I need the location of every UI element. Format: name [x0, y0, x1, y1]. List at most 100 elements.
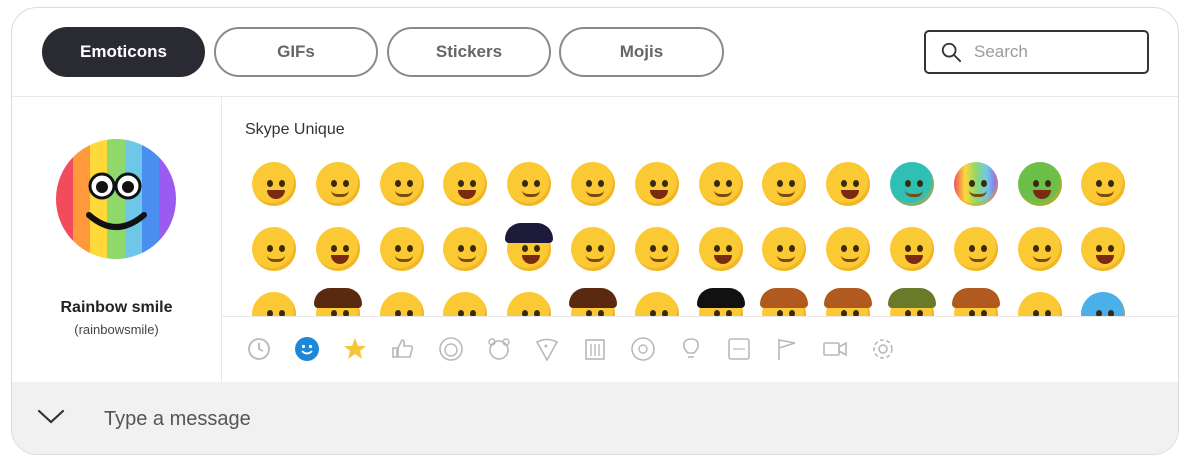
emoticon-item[interactable] [441, 225, 489, 273]
category-building[interactable] [580, 334, 610, 364]
rainbow-smile-face [86, 172, 147, 230]
emoticon-eye [917, 245, 923, 252]
tab-stickers[interactable]: Stickers [387, 27, 551, 77]
category-person-face[interactable] [436, 334, 466, 364]
category-recent-clock[interactable] [244, 334, 274, 364]
emoticon-item[interactable] [1016, 225, 1064, 273]
emoticon-eye [649, 245, 656, 252]
emoticon-eye [267, 180, 273, 187]
emoticon-item[interactable] [313, 288, 362, 316]
search-box[interactable] [924, 30, 1149, 74]
emoticon-item[interactable] [441, 160, 489, 208]
emoticon-item[interactable] [1016, 160, 1064, 208]
emoticon-item[interactable] [888, 225, 936, 273]
emoticon-eye [789, 180, 796, 187]
emoticon-mouth [394, 190, 413, 197]
emoticon-eye [853, 245, 860, 252]
emoticon-eye [598, 180, 604, 187]
category-smiley[interactable] [292, 334, 322, 364]
tab-mojis[interactable]: Mojis [559, 27, 724, 77]
emoticon-mouth [522, 255, 541, 264]
emoticon-item[interactable] [378, 290, 426, 316]
emoticon-item[interactable] [314, 160, 362, 208]
emoticon-item[interactable] [633, 290, 681, 316]
emoticon-item[interactable] [697, 225, 745, 273]
category-star-burst[interactable] [340, 334, 370, 364]
emoticon-item[interactable] [697, 160, 745, 208]
emoticon-item[interactable] [888, 288, 936, 316]
emoticon-item[interactable] [824, 160, 872, 208]
tab-emoticons[interactable]: Emoticons [42, 27, 205, 77]
emoticon-item[interactable] [569, 225, 617, 273]
category-food-pizza[interactable] [532, 334, 562, 364]
category-animal[interactable] [484, 334, 514, 364]
category-flag[interactable] [772, 334, 802, 364]
emoticon-eye [1044, 245, 1051, 252]
emoticon-item[interactable] [505, 160, 553, 208]
emoticon-item[interactable] [441, 290, 489, 316]
category-settings-gear[interactable] [868, 334, 898, 364]
category-bar-divider [222, 316, 1178, 317]
emoticon-face [890, 162, 934, 206]
emoticon-eye [586, 180, 592, 187]
person-face-icon [439, 337, 463, 361]
chevron-down-icon[interactable] [36, 404, 66, 428]
emoticon-mouth [458, 255, 477, 262]
message-input[interactable]: Type a message [104, 408, 251, 431]
category-sport-ball[interactable] [628, 334, 658, 364]
emoticon-item[interactable] [314, 225, 362, 273]
emoticon-item[interactable] [1079, 290, 1127, 316]
emoticon-item[interactable] [505, 223, 554, 273]
emoticon-hair [760, 288, 809, 308]
emoticon-item[interactable] [952, 225, 1000, 273]
star-burst-icon [344, 338, 366, 359]
emoticon-mouth [1096, 255, 1115, 264]
emoticon-item[interactable] [1016, 290, 1064, 316]
emoticon-face [1017, 292, 1062, 316]
emoticon-item[interactable] [696, 288, 745, 316]
emoticon-item[interactable] [760, 225, 808, 273]
emoticon-hair [951, 288, 1000, 308]
emoticon-item[interactable] [952, 160, 1000, 208]
preview-emoji-rainbow-smile [56, 139, 176, 259]
emoticon-item[interactable] [633, 160, 681, 208]
emoticon-item[interactable] [505, 290, 553, 316]
emoticon-eye [279, 245, 285, 252]
emoticon-item[interactable] [760, 288, 809, 316]
emoticon-eye [905, 180, 911, 187]
emoticon-face [698, 162, 743, 206]
emoticon-item[interactable] [951, 288, 1000, 316]
emoticon-item[interactable] [569, 160, 617, 208]
emoticon-item[interactable] [378, 225, 426, 273]
emoticon-mouth [841, 255, 860, 262]
video-camera-icon [823, 341, 847, 357]
emoticon-item[interactable] [888, 160, 936, 208]
emoticon-item[interactable] [378, 160, 426, 208]
emoticon-eye [713, 180, 720, 187]
emoticon-face [826, 162, 871, 206]
emoticon-item[interactable] [824, 288, 873, 316]
emoticon-item[interactable] [250, 160, 298, 208]
emoticon-mouth [905, 255, 923, 264]
emoticon-face [507, 292, 552, 316]
emoticon-face [443, 162, 488, 206]
category-symbols[interactable] [724, 334, 754, 364]
emoticon-eye [534, 245, 541, 252]
category-thumbs-up[interactable] [388, 334, 418, 364]
emoticon-item[interactable] [1079, 160, 1127, 208]
emoticon-item[interactable] [250, 225, 298, 273]
search-input[interactable] [972, 41, 1146, 63]
emoticon-face [443, 292, 488, 316]
emoticon-mouth [394, 255, 413, 262]
emoticon-item[interactable] [1079, 225, 1127, 273]
emoticon-item[interactable] [250, 290, 298, 316]
emoticon-item[interactable] [633, 225, 681, 273]
emoticon-mouth [777, 190, 796, 197]
tab-gifs[interactable]: GIFs [214, 27, 378, 77]
emoticon-item[interactable] [824, 225, 872, 273]
emoticon-item[interactable] [569, 288, 617, 316]
category-lightbulb[interactable] [676, 334, 706, 364]
emoticon-item[interactable] [760, 160, 808, 208]
header-divider [12, 96, 1178, 97]
category-video-camera[interactable] [820, 334, 850, 364]
